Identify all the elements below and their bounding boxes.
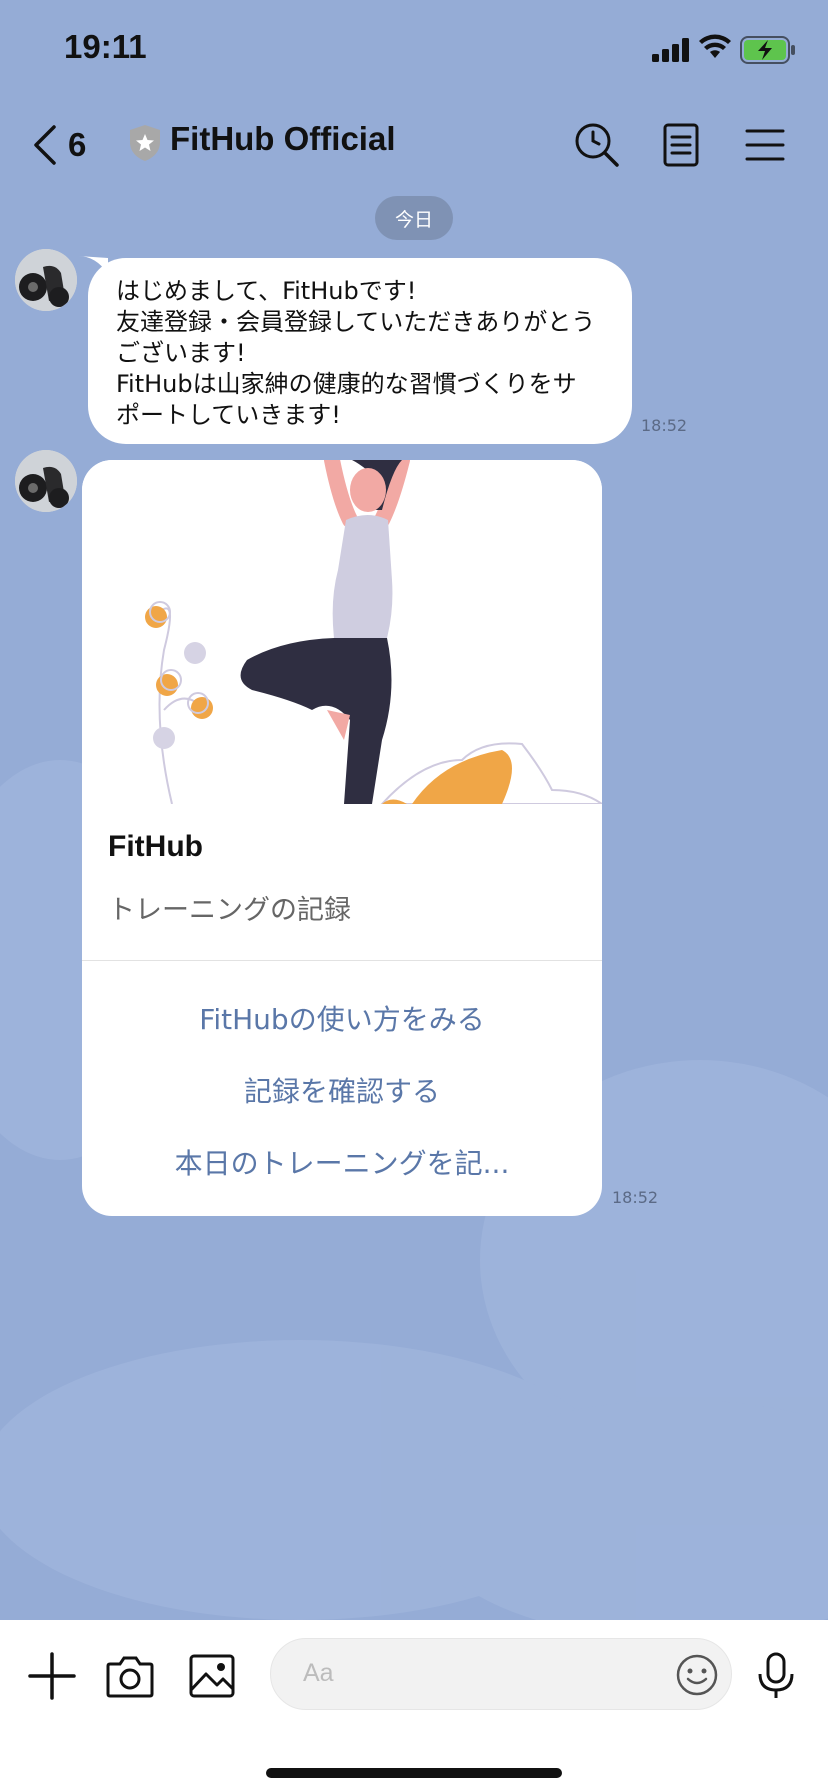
unread-count: 6 bbox=[68, 126, 87, 163]
signal-icon bbox=[652, 38, 689, 62]
message-input[interactable]: Aa bbox=[270, 1638, 732, 1710]
emoji-icon[interactable] bbox=[675, 1653, 719, 1697]
search-icon[interactable] bbox=[572, 120, 622, 170]
flex-message-card[interactable]: FitHub トレーニングの記録 FitHubの使い方をみる 記録を確認する 本… bbox=[82, 460, 602, 1216]
message-input-placeholder: Aa bbox=[303, 1659, 334, 1687]
card-title: FitHub bbox=[108, 830, 203, 863]
message-line: ポートしていきます! bbox=[116, 401, 341, 429]
notes-icon[interactable] bbox=[656, 120, 706, 170]
back-button[interactable]: 6 bbox=[32, 122, 86, 168]
chat-header: 6 FitHub Official bbox=[0, 100, 828, 190]
shield-icon bbox=[130, 125, 160, 161]
card-divider bbox=[82, 960, 602, 961]
status-bar: 19:11 bbox=[0, 0, 828, 100]
wifi-icon bbox=[699, 34, 731, 58]
input-bar: Aa bbox=[0, 1620, 828, 1792]
card-action-how-to-use[interactable]: FitHubの使い方をみる bbox=[82, 998, 602, 1038]
home-indicator bbox=[266, 1768, 562, 1778]
camera-icon[interactable] bbox=[104, 1650, 156, 1702]
yoga-illustration bbox=[82, 460, 602, 804]
message-line: FitHubは山家紳の健康的な習慣づくりをサ bbox=[116, 370, 577, 398]
message-bubble[interactable]: はじめまして、FitHubです! 友達登録・会員登録していただきありがとう ござ… bbox=[88, 258, 632, 444]
chat-title: FitHub Official bbox=[170, 120, 396, 157]
date-chip: 今日 bbox=[375, 196, 453, 240]
message-line: はじめまして、FitHubです! bbox=[116, 277, 417, 305]
message-line: ございます! bbox=[116, 339, 246, 367]
avatar-image bbox=[15, 450, 77, 512]
card-action-check-record[interactable]: 記録を確認する bbox=[82, 1070, 602, 1110]
back-chevron-icon bbox=[34, 125, 56, 165]
avatar[interactable] bbox=[15, 450, 77, 512]
battery-icon bbox=[740, 36, 795, 64]
image-icon[interactable] bbox=[186, 1650, 238, 1702]
menu-icon[interactable] bbox=[740, 120, 790, 170]
card-action-record-training[interactable]: 本日のトレーニングを記... bbox=[82, 1142, 602, 1182]
message-line: 友達登録・会員登録していただきありがとう bbox=[116, 308, 596, 336]
avatar-image bbox=[15, 249, 77, 311]
card-time: 18:52 bbox=[612, 1188, 659, 1207]
microphone-icon[interactable] bbox=[750, 1650, 802, 1702]
avatar[interactable] bbox=[15, 249, 77, 311]
message-time: 18:52 bbox=[641, 416, 688, 435]
plus-icon[interactable] bbox=[26, 1650, 78, 1702]
status-time: 19:11 bbox=[64, 28, 147, 65]
card-subtitle: トレーニングの記録 bbox=[108, 895, 351, 926]
